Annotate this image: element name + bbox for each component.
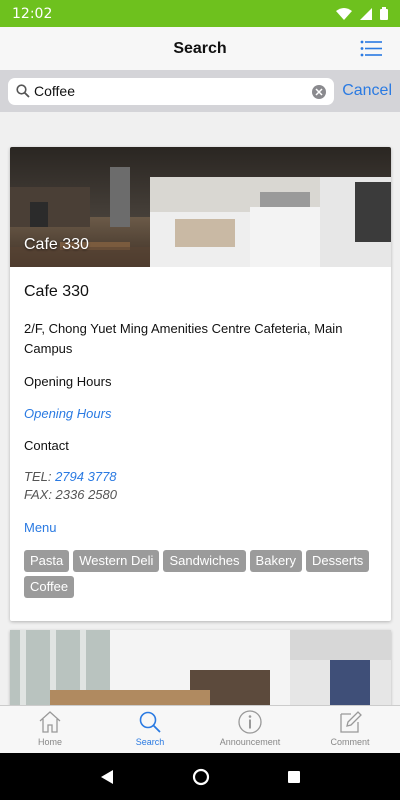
back-icon[interactable] xyxy=(99,769,115,785)
search-icon xyxy=(16,83,30,98)
navigation-header: Search xyxy=(0,27,400,70)
tab-comment[interactable]: Comment xyxy=(300,706,400,753)
page-title: Search xyxy=(173,39,227,57)
tel-prefix: TEL: xyxy=(24,469,56,484)
tel-link[interactable]: 2794 3778 xyxy=(55,469,116,484)
contact-label: Contact xyxy=(24,438,69,453)
tab-announcement-label: Announcement xyxy=(219,737,281,747)
tab-search-label: Search xyxy=(135,737,165,747)
cafe-address: 2/F, Chong Yuet Ming Amenities Centre Ca… xyxy=(24,321,343,356)
search-box[interactable] xyxy=(8,77,335,105)
tab-home-label: Home xyxy=(37,737,62,747)
result-card[interactable]: Cafe 330 Cafe 330 2/F, Chong Yuet Ming A… xyxy=(10,147,391,621)
tag-coffee[interactable]: Coffee xyxy=(24,576,75,598)
search-input[interactable] xyxy=(34,83,304,99)
recents-icon[interactable] xyxy=(287,770,301,784)
tag-sandwiches[interactable]: Sandwiches xyxy=(163,550,246,572)
tag-list: Pasta Western Deli Sandwiches Bakery Des… xyxy=(24,550,384,598)
tab-home[interactable]: Home xyxy=(0,706,100,753)
compose-icon xyxy=(340,711,362,733)
fax-text: FAX: 2336 2580 xyxy=(24,487,117,502)
search-bar: Cancel xyxy=(0,70,400,112)
signal-icon xyxy=(360,7,372,20)
list-icon[interactable] xyxy=(360,40,382,57)
result-card-next[interactable] xyxy=(10,630,391,710)
photo-caption: Cafe 330 xyxy=(24,236,89,253)
info-icon xyxy=(238,710,262,734)
tab-search[interactable]: Search xyxy=(100,706,200,753)
wifi-icon xyxy=(336,7,352,20)
home-circle-icon[interactable] xyxy=(192,768,210,786)
opening-hours-label: Opening Hours xyxy=(24,374,112,389)
status-icons xyxy=(336,7,388,20)
status-time: 12:02 xyxy=(12,5,53,22)
status-bar: 12:02 xyxy=(0,0,400,27)
tab-bar: Home Search Announcement Comment xyxy=(0,705,400,753)
tab-comment-label: Comment xyxy=(330,737,370,747)
search-icon xyxy=(139,711,161,733)
cancel-button[interactable]: Cancel xyxy=(342,82,392,100)
contact-info: TEL: 2794 3778 FAX: 2336 2580 xyxy=(24,468,377,504)
cafe-name: Cafe 330 xyxy=(24,283,89,300)
menu-link[interactable]: Menu xyxy=(24,520,377,535)
battery-icon xyxy=(380,7,388,20)
tag-bakery[interactable]: Bakery xyxy=(249,550,303,572)
system-nav-bar xyxy=(0,753,400,800)
cafe-photo[interactable]: Cafe 330 xyxy=(10,147,391,267)
tag-pasta[interactable]: Pasta xyxy=(24,550,70,572)
tag-desserts[interactable]: Desserts xyxy=(306,550,370,572)
tab-announcement[interactable]: Announcement xyxy=(200,706,300,753)
cafe-photo-next xyxy=(10,630,391,710)
home-icon xyxy=(39,711,61,733)
tag-western-deli[interactable]: Western Deli xyxy=(73,550,160,572)
clear-search-icon[interactable] xyxy=(312,84,327,99)
opening-hours-link[interactable]: Opening Hours xyxy=(24,404,377,424)
